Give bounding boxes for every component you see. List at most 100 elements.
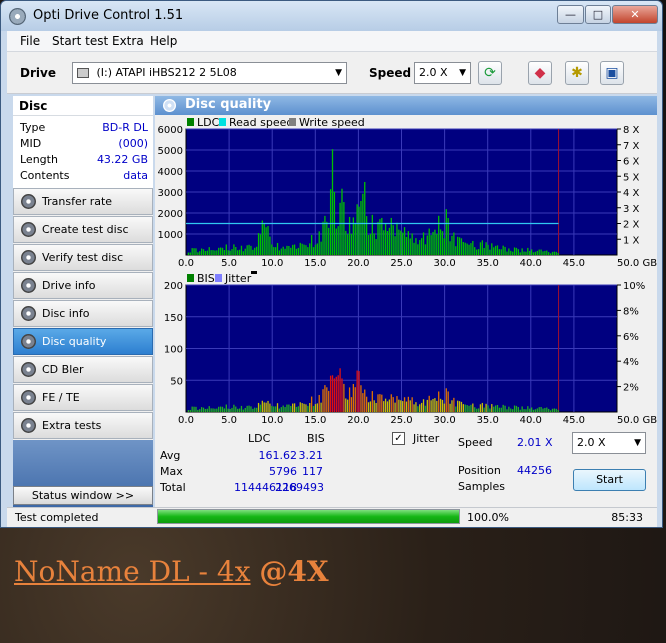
test-speed-select[interactable]: 2.0 X ▼	[572, 432, 646, 454]
c1-bar	[377, 221, 379, 255]
settings-button[interactable]: ✱	[565, 61, 589, 85]
c2-bar	[299, 402, 301, 412]
write-speed-legend-label: Write speed	[299, 116, 365, 129]
nav-verify-test-disc[interactable]: Verify test disc	[13, 244, 153, 271]
c2-bar	[402, 401, 404, 412]
c1-bar	[328, 227, 330, 255]
disc-contents-value: data	[123, 169, 148, 182]
elapsed-time: 85:33	[611, 511, 643, 524]
c1-bar	[252, 249, 254, 255]
ldc-chart-legend: LDC Read speed Write speed	[187, 116, 365, 129]
menu-help[interactable]: Help	[150, 34, 177, 48]
c1-bar	[347, 234, 349, 255]
c1-bar	[388, 227, 391, 255]
c2-bar	[347, 399, 349, 412]
menu-extra[interactable]: Extra	[112, 34, 144, 48]
c1-bar	[383, 230, 385, 255]
c2-bar	[392, 397, 394, 412]
nav-fe-te[interactable]: FE / TE	[13, 384, 153, 411]
c1-bar	[462, 241, 465, 255]
drive-select[interactable]: (I:) ATAPI iHBS212 2 5L08 ▼	[72, 62, 347, 84]
c2-bar	[428, 395, 430, 412]
c2-bar	[280, 407, 282, 412]
disc-mid-label: MID	[20, 137, 42, 150]
c1-x-tick-label: 10.0	[261, 258, 283, 269]
c2-bar	[364, 389, 366, 412]
c1-x-tick-label: 0.0	[178, 258, 194, 269]
c1-bar	[542, 251, 544, 255]
c2-bar	[510, 408, 512, 412]
close-button[interactable]: ✕	[612, 5, 658, 24]
nav-drive-info[interactable]: Drive info	[13, 272, 153, 299]
c1-bar	[242, 251, 245, 255]
c1-bar	[259, 234, 262, 255]
jitter-checkbox[interactable]: ✓	[392, 432, 405, 445]
maximize-button[interactable]: □	[585, 5, 611, 24]
c1-bar	[413, 242, 415, 255]
save-button[interactable]: ▣	[600, 61, 624, 85]
start-button[interactable]: Start	[573, 469, 646, 491]
c2-bar	[500, 407, 502, 412]
c1-bar	[510, 250, 512, 255]
c1-bar	[197, 252, 199, 255]
c1-y2-tick-label: 3 X	[623, 204, 640, 215]
nav-create-test-disc[interactable]: Create test disc	[13, 216, 153, 243]
menu-file[interactable]: File	[20, 34, 40, 48]
c1-bar	[246, 245, 248, 255]
disc-icon	[21, 334, 36, 349]
disc-type-value: BD-R DL	[102, 121, 148, 134]
c1-x-tick-label: 20.0	[347, 258, 369, 269]
c1-bar	[214, 250, 216, 255]
c1-bar	[477, 249, 480, 255]
c1-bar	[420, 238, 423, 255]
c1-bar	[265, 227, 267, 255]
c1-y2-tick-label: 4 X	[623, 188, 640, 199]
c2-bar	[407, 396, 410, 412]
nav-disc-info[interactable]: Disc info	[13, 300, 153, 327]
c2-y-tick-label: 100	[164, 345, 183, 356]
c1-bar	[240, 245, 243, 255]
c2-bar	[515, 405, 518, 412]
c2-bar	[525, 409, 527, 412]
nav-transfer-rate[interactable]: Transfer rate	[13, 188, 153, 215]
c2-bar	[276, 403, 279, 412]
status-window-button[interactable]: Status window >>	[13, 486, 153, 505]
c1-bar	[538, 249, 540, 255]
c1-bar	[451, 235, 453, 255]
c1-bar	[403, 227, 406, 255]
c1-bar	[548, 252, 550, 255]
c2-bar	[530, 407, 533, 412]
c2-bar	[267, 400, 269, 412]
c1-bar	[310, 235, 313, 255]
c2-bar	[383, 401, 385, 412]
c2-bar	[415, 402, 417, 412]
c2-bar	[231, 407, 233, 412]
c1-bar	[210, 250, 212, 255]
c2-bar	[322, 389, 324, 412]
c2-bar	[419, 404, 421, 412]
nav-cd-bler[interactable]: CD Bler	[13, 356, 153, 383]
nav-disc-quality[interactable]: Disc quality	[13, 328, 153, 355]
c1-bar	[517, 249, 519, 255]
total-bis-value: 2269493	[275, 481, 324, 494]
c2-bar	[303, 403, 305, 412]
c1-x-tick-label: 50.0 GB	[617, 258, 657, 269]
c2-bar	[292, 403, 294, 412]
c1-bar	[426, 235, 428, 255]
refresh-button[interactable]: ⟳	[478, 61, 502, 85]
erase-button[interactable]: ◆	[528, 61, 552, 85]
c2-bar	[290, 405, 292, 412]
minimize-button[interactable]: —	[557, 5, 584, 24]
menu-start-test[interactable]: Start test	[52, 34, 108, 48]
c2-bar	[424, 405, 427, 412]
c2-bar	[255, 407, 258, 412]
c1-bar	[411, 233, 413, 255]
c2-x-tick-label: 5.0	[221, 415, 237, 426]
c2-bar	[352, 384, 355, 412]
c2-bar	[218, 406, 220, 412]
speed-select[interactable]: 2.0 X ▼	[414, 62, 471, 84]
c2-bar	[483, 407, 485, 412]
nav-extra-tests[interactable]: Extra tests	[13, 412, 153, 439]
c1-bar	[515, 247, 518, 255]
caption-text: NoName DL - 4x	[14, 555, 251, 588]
